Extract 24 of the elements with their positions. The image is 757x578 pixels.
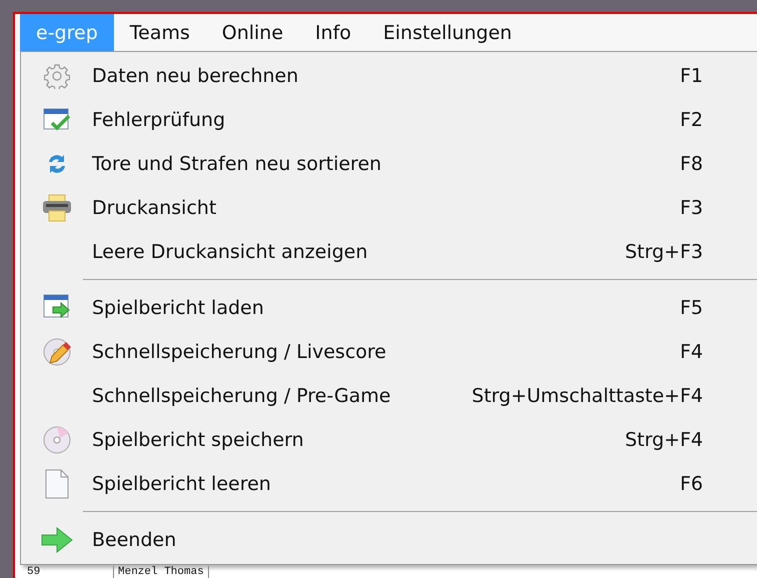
gear-icon bbox=[44, 63, 70, 89]
table-cell: Menzel Thomas bbox=[114, 566, 209, 578]
menu-item[interactable]: Spielbericht leeren F6 bbox=[21, 462, 757, 506]
printer-icon bbox=[42, 194, 72, 222]
menu-item[interactable]: Tore und Strafen neu sortieren F8 bbox=[21, 142, 757, 186]
menu-item[interactable]: Leere Druckansicht anzeigen Strg+F3 bbox=[21, 230, 757, 274]
menu-item[interactable]: Spielbericht speichern Strg+F4 bbox=[21, 418, 757, 462]
menu-bar-item[interactable]: Teams bbox=[114, 14, 206, 51]
menu-bar-item[interactable]: Einstellungen bbox=[367, 14, 528, 51]
menu-item[interactable]: Spielbericht laden F5 bbox=[21, 286, 757, 330]
menu-bar-item[interactable]: Info bbox=[299, 14, 368, 51]
page-icon bbox=[44, 469, 68, 499]
disc-icon bbox=[42, 425, 72, 455]
menu-item[interactable]: Druckansicht F3 bbox=[21, 186, 757, 230]
menu-item[interactable]: Beenden bbox=[21, 518, 757, 562]
menu-item[interactable]: Daten neu berechnen F1 bbox=[21, 54, 757, 98]
disc-pencil-icon bbox=[42, 337, 72, 367]
menu-item[interactable]: Schnellspeicherung / Livescore F4 bbox=[21, 330, 757, 374]
table-cell: 59 bbox=[23, 566, 114, 578]
menu-bar-item[interactable]: Online bbox=[206, 14, 300, 51]
menu-item[interactable]: Schnellspeicherung / Pre-Game Strg+Umschalttaste+F4 bbox=[21, 374, 757, 418]
arrow-icon bbox=[40, 527, 72, 553]
calendar-check-icon bbox=[42, 107, 70, 133]
menu-item[interactable]: Fehlerprüfung F2 bbox=[21, 98, 757, 142]
